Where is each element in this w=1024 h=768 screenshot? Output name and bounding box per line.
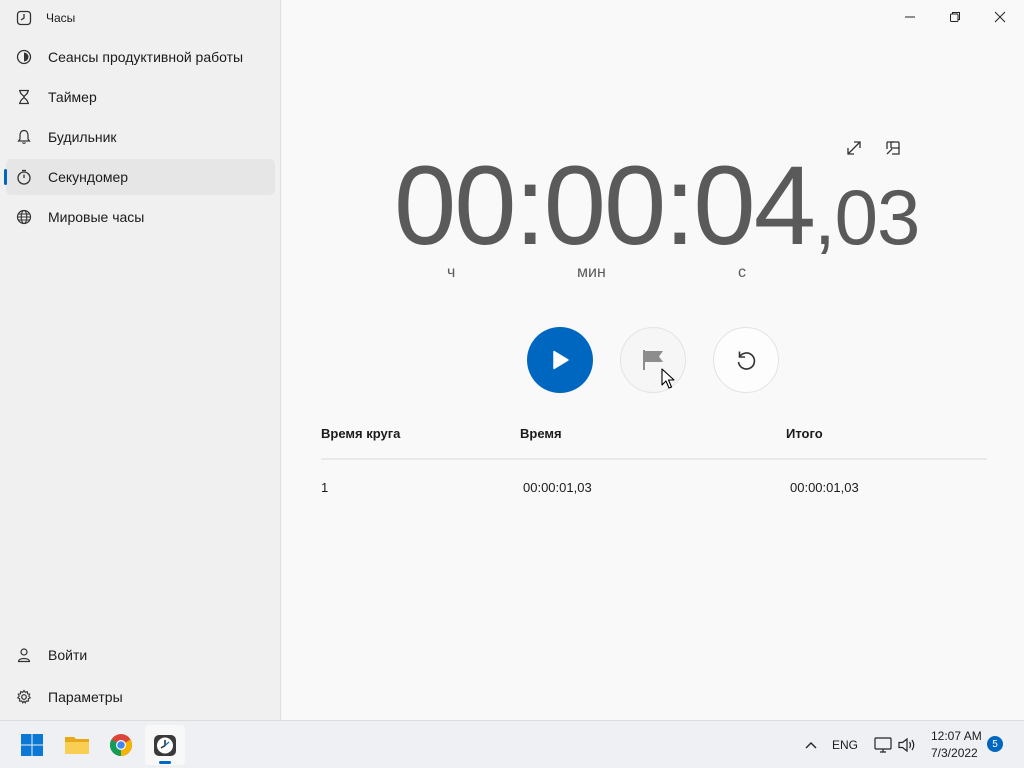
start-button-windows[interactable] (12, 725, 52, 765)
app-title: Часы (46, 11, 76, 25)
clock-time[interactable]: 12:07 AM (931, 729, 982, 743)
sidebar-item-label: Войти (48, 647, 88, 663)
app-title-bar: Часы (16, 8, 75, 28)
language-indicator[interactable]: ENG (832, 738, 858, 752)
sidebar: Часы Сеансы продуктивной работы Таймер Б… (0, 0, 281, 720)
network-icon (874, 737, 892, 753)
chrome-button[interactable] (101, 725, 141, 765)
globe-icon (16, 209, 32, 225)
minutes-value: 00 (543, 143, 667, 268)
sidebar-item-label: Будильник (48, 129, 117, 145)
close-icon (994, 11, 1006, 23)
folder-icon (65, 737, 89, 754)
clock-app-taskbar-button[interactable] (145, 725, 185, 765)
time-header: Время (520, 426, 562, 441)
chevron-up-icon (805, 742, 817, 749)
close-button[interactable] (980, 6, 1020, 28)
lap-number: 1 (321, 480, 329, 495)
sidebar-item-settings[interactable]: Параметры (6, 679, 275, 715)
chrome-icon (110, 734, 132, 756)
sidebar-item-sign-in[interactable]: Войти (6, 637, 275, 673)
taskbar: ENG 12:07 AM 7/3/2022 (0, 720, 1024, 768)
sidebar-item-label: Таймер (48, 89, 97, 105)
focus-icon (16, 49, 32, 65)
stopwatch-digits: 00:00:04,03 (394, 143, 920, 268)
volume-button[interactable] (897, 735, 917, 755)
restore-button[interactable] (935, 6, 975, 28)
sidebar-item-label: Мировые часы (48, 209, 145, 225)
gear-icon (16, 689, 32, 704)
clock-app-icon (16, 10, 32, 26)
play-icon (553, 350, 569, 370)
bell-icon (17, 129, 31, 144)
stopwatch-display: 00:00:04,03 ч мин с (282, 140, 1024, 282)
sidebar-item-label: Сеансы продуктивной работы (48, 49, 244, 65)
file-explorer-button[interactable] (57, 725, 97, 765)
lap-total: 00:00:01,03 (790, 480, 859, 495)
minutes-unit-label: мин (577, 264, 606, 281)
seconds-unit-label: с (738, 264, 746, 281)
main-panel: 00:00:04,03 ч мин с Время круга Время Ит… (282, 0, 1024, 720)
notification-badge[interactable]: 5 (987, 736, 1003, 752)
windows-logo-icon (21, 734, 43, 756)
hours-unit-label: ч (447, 264, 456, 281)
volume-icon (898, 737, 915, 753)
sidebar-item-stopwatch[interactable]: Секундомер (4, 159, 275, 195)
total-header: Итого (786, 426, 823, 441)
sidebar-item-timer[interactable]: Таймер (6, 79, 275, 115)
lap-divider (321, 458, 987, 460)
show-hidden-icons-button[interactable] (801, 735, 821, 755)
sidebar-item-alarm[interactable]: Будильник (6, 119, 275, 155)
reset-button[interactable] (713, 327, 779, 393)
restore-icon (950, 12, 960, 22)
mouse-cursor-icon (661, 368, 675, 389)
person-icon (17, 648, 31, 663)
fraction-value: ,03 (813, 173, 920, 261)
start-button[interactable] (527, 327, 593, 393)
hourglass-icon (19, 89, 29, 105)
reset-icon (737, 351, 756, 370)
lap-time: 00:00:01,03 (523, 480, 592, 495)
network-button[interactable] (873, 735, 893, 755)
lap-time-header: Время круга (321, 426, 401, 441)
lap-button[interactable] (620, 327, 686, 393)
sidebar-item-world-clock[interactable]: Мировые часы (6, 199, 275, 235)
minimize-icon (905, 16, 915, 18)
clock-date[interactable]: 7/3/2022 (931, 746, 978, 760)
minimize-button[interactable] (890, 6, 930, 28)
stopwatch-icon (17, 169, 31, 185)
sidebar-item-label: Параметры (48, 689, 123, 705)
clock-app-icon (154, 735, 176, 756)
hours-value: 00 (394, 143, 517, 268)
seconds-value: 04 (693, 143, 816, 268)
sidebar-item-label: Секундомер (48, 169, 129, 185)
sidebar-item-focus-sessions[interactable]: Сеансы продуктивной работы (6, 39, 275, 75)
